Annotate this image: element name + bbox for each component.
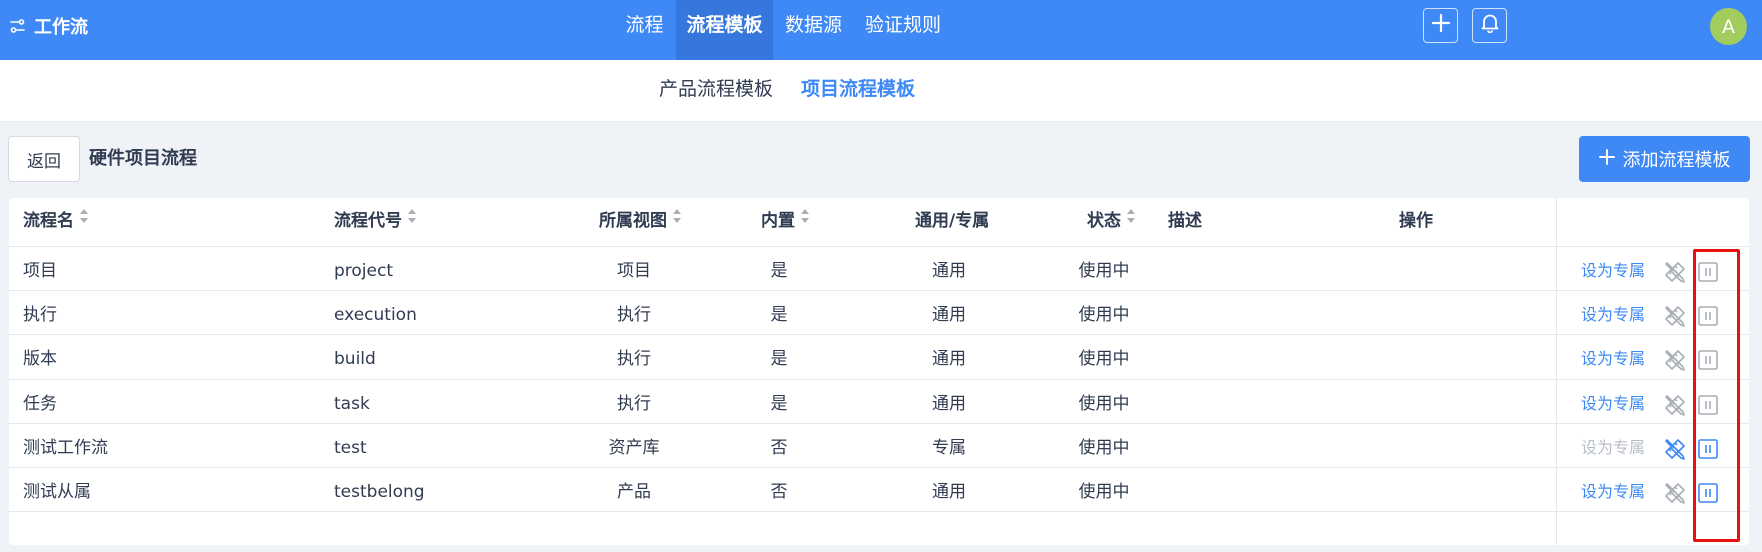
- actions-column-divider: [1556, 198, 1557, 545]
- nav-item-data-sources[interactable]: 数据源: [773, 0, 854, 60]
- column-name-label: 流程名: [23, 211, 74, 231]
- cell-status: 使用中: [1078, 261, 1130, 281]
- cell-view: 项目: [617, 261, 651, 281]
- column-status-label: 状态: [1087, 211, 1121, 231]
- brand[interactable]: 工作流: [10, 0, 88, 52]
- cell-scope: 通用: [932, 393, 966, 414]
- back-button[interactable]: 返回: [8, 136, 80, 182]
- cell-scope: 通用: [932, 349, 966, 370]
- cell-builtin: 是: [770, 349, 788, 370]
- cell-name: 测试工作流: [23, 437, 108, 458]
- tab-project-templates[interactable]: 项目流程模板: [801, 60, 915, 122]
- cell-builtin: 是: [770, 261, 788, 281]
- column-header-scope: 通用/专属: [915, 211, 990, 231]
- column-code-label: 流程代号: [334, 211, 402, 231]
- plus-icon: [1598, 148, 1615, 170]
- column-header-view[interactable]: 所属视图: [599, 198, 682, 247]
- pencil-ruler-icon[interactable]: [1663, 348, 1687, 372]
- cell-code: task: [334, 393, 370, 414]
- page-title: 硬件项目流程: [89, 148, 197, 169]
- set-exclusive-link[interactable]: 设为专属: [1581, 335, 1645, 384]
- sort-caret-icon[interactable]: [79, 196, 89, 243]
- cell-status: 使用中: [1078, 393, 1130, 414]
- table-row[interactable]: 测试从属 testbelong 产品否通用 使用中 设为专属: [9, 468, 1749, 513]
- column-header-code[interactable]: 流程代号: [334, 198, 417, 247]
- cell-view: 产品: [617, 482, 651, 502]
- cell-scope: 专属: [932, 437, 966, 458]
- cell-status: 使用中: [1078, 349, 1130, 370]
- set-exclusive-link[interactable]: 设为专属: [1581, 291, 1645, 340]
- cell-status: 使用中: [1078, 305, 1130, 326]
- highlight-box: [1693, 249, 1740, 542]
- cell-code: project: [334, 261, 394, 281]
- table-row[interactable]: 任务 task 执行是通用 使用中 设为专属: [9, 380, 1749, 424]
- workflow-sliders-icon: [10, 19, 25, 33]
- cell-status: 使用中: [1078, 437, 1130, 458]
- pencil-ruler-icon[interactable]: [1663, 260, 1687, 284]
- add-template-label: 添加流程模板: [1622, 150, 1731, 171]
- bell-icon: [1481, 13, 1499, 38]
- plus-icon: [1431, 13, 1451, 38]
- cell-name: 测试从属: [23, 482, 91, 502]
- cell-builtin: 是: [770, 393, 788, 414]
- table-row[interactable]: 测试工作流 test 资产库否专属 使用中 设为专属: [9, 424, 1749, 468]
- cell-view: 执行: [617, 349, 651, 370]
- template-type-tabs: 产品流程模板 项目流程模板: [0, 60, 1762, 122]
- cell-view: 执行: [617, 305, 651, 326]
- column-header-name[interactable]: 流程名: [23, 198, 89, 247]
- column-view-label: 所属视图: [599, 211, 667, 231]
- tab-product-templates[interactable]: 产品流程模板: [659, 60, 773, 122]
- app-title: 工作流: [34, 17, 88, 38]
- avatar[interactable]: A: [1710, 8, 1747, 45]
- cell-builtin: 是: [770, 305, 788, 326]
- top-bar: 工作流 流程 流程模板 数据源 验证规则 A: [0, 0, 1762, 60]
- pencil-ruler-icon[interactable]: [1663, 481, 1687, 505]
- pencil-ruler-icon[interactable]: [1663, 437, 1687, 461]
- table-row[interactable]: 版本 build 执行是通用 使用中 设为专属: [9, 335, 1749, 380]
- cell-code: build: [334, 349, 376, 370]
- set-exclusive-link[interactable]: 设为专属: [1581, 424, 1645, 473]
- cell-name: 任务: [23, 393, 57, 414]
- table-row[interactable]: 项目 project 项目是通用 使用中 设为专属: [9, 247, 1749, 292]
- add-template-button[interactable]: 添加流程模板: [1579, 136, 1750, 182]
- column-builtin-label: 内置: [761, 211, 795, 231]
- cell-name: 版本: [23, 349, 57, 370]
- cell-scope: 通用: [932, 261, 966, 281]
- sort-caret-icon[interactable]: [800, 196, 810, 243]
- cell-name: 执行: [23, 305, 57, 326]
- column-header-desc: 描述: [1168, 211, 1202, 231]
- nav-item-process[interactable]: 流程: [613, 0, 676, 60]
- column-header-actions: 操作: [1399, 211, 1433, 231]
- table-header: 流程名 流程代号 所属视图 内置 通用/专属 状态 描述 操作: [9, 198, 1749, 247]
- cell-status: 使用中: [1078, 482, 1130, 502]
- cell-view: 执行: [617, 393, 651, 414]
- cell-view: 资产库: [608, 437, 660, 458]
- set-exclusive-link[interactable]: 设为专属: [1581, 247, 1645, 296]
- cell-scope: 通用: [932, 305, 966, 326]
- column-header-builtin[interactable]: 内置: [761, 198, 810, 247]
- cell-scope: 通用: [932, 482, 966, 502]
- pencil-ruler-icon[interactable]: [1663, 393, 1687, 417]
- cell-code: testbelong: [334, 482, 425, 502]
- sort-caret-icon[interactable]: [407, 196, 417, 243]
- set-exclusive-link[interactable]: 设为专属: [1581, 468, 1645, 517]
- cell-code: test: [334, 437, 367, 458]
- cell-builtin: 否: [770, 437, 788, 458]
- cell-code: execution: [334, 305, 417, 326]
- column-header-status[interactable]: 状态: [1087, 198, 1136, 247]
- sort-caret-icon[interactable]: [1126, 196, 1136, 243]
- cell-builtin: 否: [770, 482, 788, 502]
- sort-caret-icon[interactable]: [672, 196, 682, 243]
- table-row[interactable]: 执行 execution 执行是通用 使用中 设为专属: [9, 291, 1749, 336]
- create-button[interactable]: [1423, 8, 1458, 43]
- template-table: 流程名 流程代号 所属视图 内置 通用/专属 状态 描述 操作 项目 projec…: [9, 198, 1749, 545]
- nav-item-process-templates[interactable]: 流程模板: [676, 0, 773, 60]
- set-exclusive-link[interactable]: 设为专属: [1581, 380, 1645, 429]
- pencil-ruler-icon[interactable]: [1663, 304, 1687, 328]
- nav-item-validation-rules[interactable]: 验证规则: [854, 0, 952, 60]
- cell-name: 项目: [23, 261, 57, 281]
- notifications-button[interactable]: [1472, 8, 1507, 43]
